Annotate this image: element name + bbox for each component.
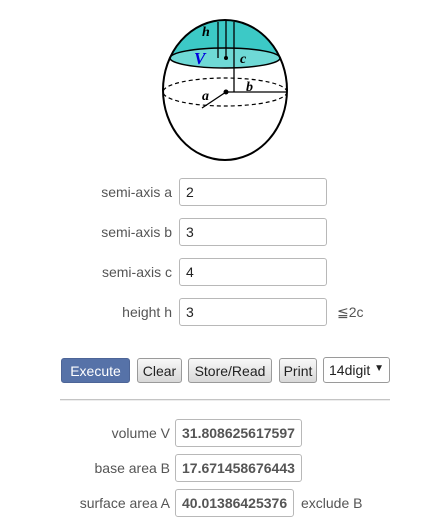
print-button[interactable]: Print [279,358,317,383]
surface-area-note: exclude B [301,495,363,511]
semi-axis-c-input[interactable]: 4 [179,258,327,286]
semi-axis-b-label: semi-axis b [101,224,172,240]
output-row-volume: volume V 31.808625617597 [0,419,423,449]
base-area-output[interactable]: 17.671458676443 [175,454,302,482]
semi-axis-a-label: semi-axis a [101,184,172,200]
label-V: V [194,49,207,68]
label-c: c [240,52,247,67]
input-row-b: semi-axis b 3 [0,218,423,248]
label-b: b [246,80,253,95]
digits-select-value: 14digit [329,362,371,378]
ellipsoid-cap-diagram: h V c a b [160,10,298,165]
surface-area-output[interactable]: 40.01386425376 [175,489,295,517]
height-h-input[interactable]: 3 [179,298,327,326]
base-area-label: base area B [94,460,171,476]
input-row-a: semi-axis a 2 [0,178,423,208]
clear-button[interactable]: Clear [137,358,182,383]
surface-area-label: surface area A [79,495,170,511]
volume-label: volume V [111,425,170,441]
output-row-surface-area: surface area A 40.01386425376 exclude B [0,489,423,519]
label-a: a [202,89,209,104]
input-row-h: height h 3 ≦2c [0,298,423,328]
volume-output[interactable]: 31.808625617597 [175,419,302,447]
chevron-down-icon: ▼ [374,363,384,374]
input-row-c: semi-axis c 4 [0,258,423,288]
execute-button[interactable]: Execute [61,358,130,383]
height-h-label: height h [122,304,172,320]
semi-axis-c-label: semi-axis c [101,264,172,280]
semi-axis-a-input[interactable]: 2 [179,178,327,206]
output-row-base-area: base area B 17.671458676443 [0,454,423,484]
semi-axis-b-input[interactable]: 3 [179,218,327,246]
height-constraint-note: ≦2c [337,304,364,320]
store-read-button[interactable]: Store/Read [188,358,272,383]
digits-select[interactable]: 14digit ▼ [323,357,390,383]
divider [60,399,390,401]
label-h: h [202,25,210,40]
